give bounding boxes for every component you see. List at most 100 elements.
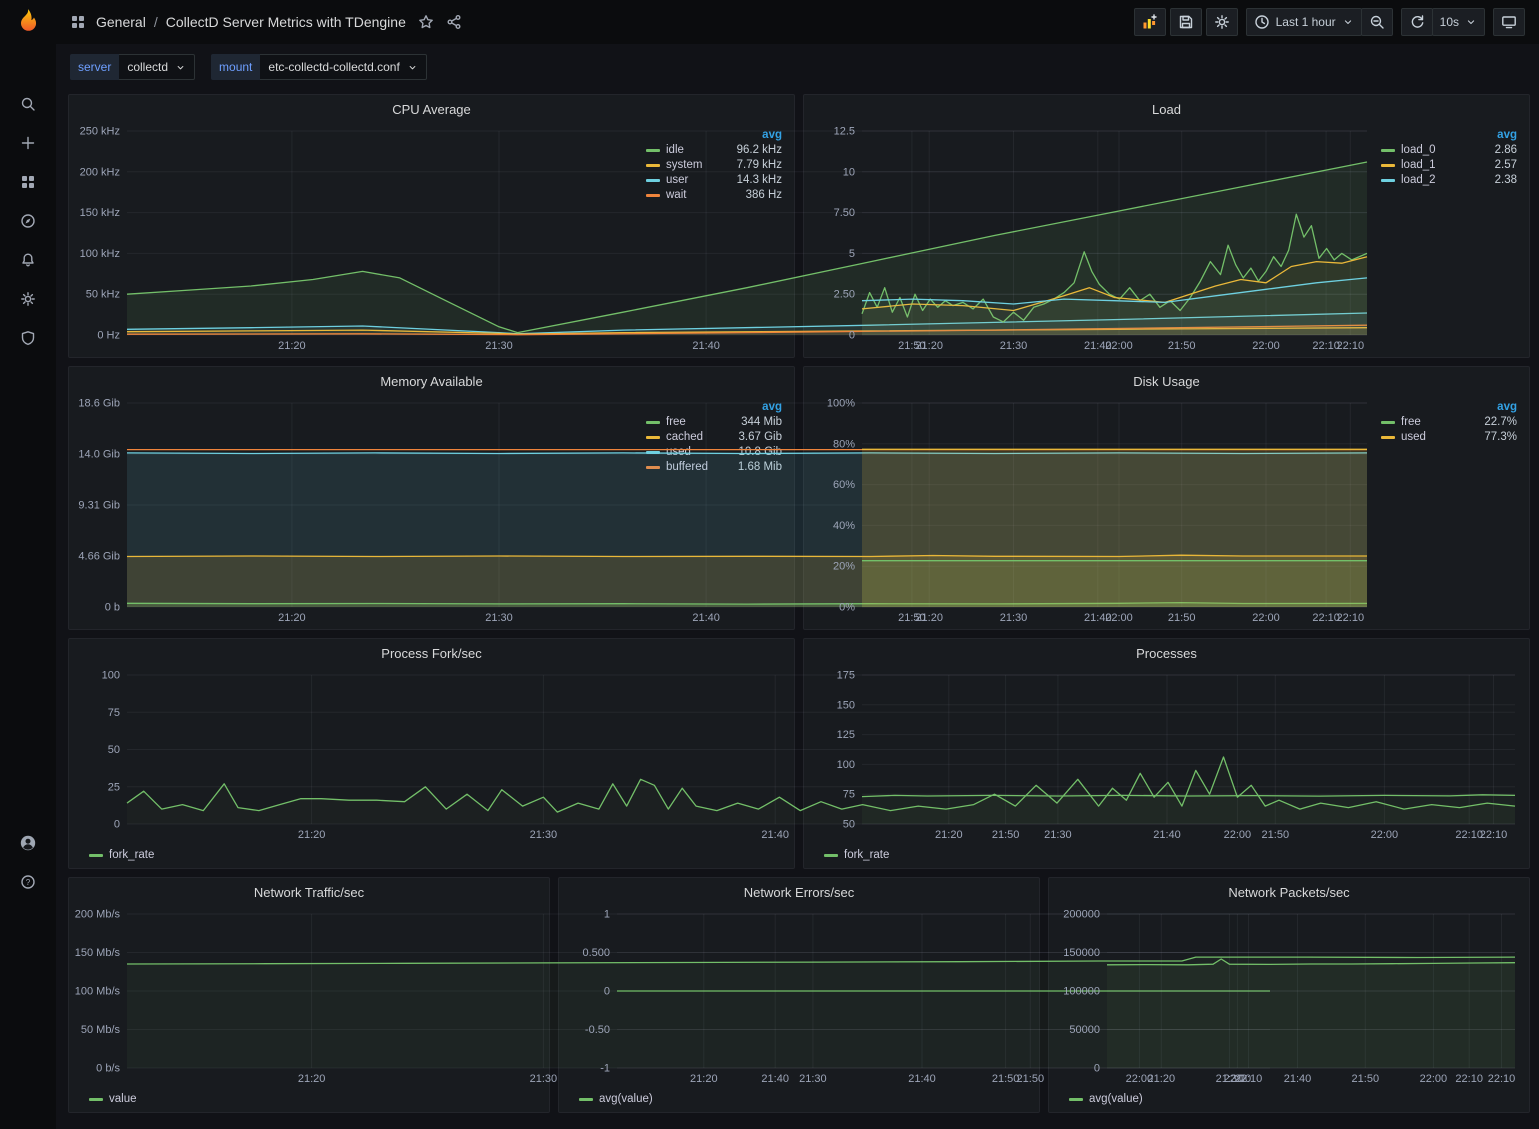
sidebar-item-search[interactable] [16,92,40,116]
legend-swatch [579,1098,593,1101]
panel-header[interactable]: Network Packets/sec [1049,878,1529,906]
legend-series-value: 77.3% [1484,431,1517,443]
svg-text:21:40: 21:40 [908,1073,936,1085]
panel-header[interactable]: Process Fork/sec [69,639,794,667]
legend-item-used[interactable]: used77.3% [1381,431,1517,443]
page-title[interactable]: CollectD Server Metrics with TDengine [166,14,406,30]
refresh-interval-label: 10s [1440,15,1459,29]
legend-series-label: load_0 [1401,144,1436,156]
panel-title[interactable]: Load [1152,102,1181,117]
chevron-down-icon [175,62,186,73]
add-panel-icon [1142,14,1158,30]
time-series-graph[interactable]: 025507510021:2021:3021:4021:5022:0022:10 [73,667,790,844]
refresh-button[interactable] [1401,8,1433,36]
panel-header[interactable]: CPU Average [69,95,794,123]
time-series-graph[interactable]: 0 b/s50 Mb/s100 Mb/s150 Mb/s200 Mb/s21:2… [73,906,545,1088]
time-range-label: Last 1 hour [1276,15,1336,29]
zoom-out-button[interactable] [1361,8,1393,36]
variable-label: server [70,54,119,80]
dashboard-row: Process Fork/sec 025507510021:2021:3021:4… [68,638,1530,869]
svg-text:21:40: 21:40 [1153,829,1181,841]
svg-text:21:50: 21:50 [1168,612,1196,624]
svg-text:20%: 20% [833,561,855,573]
panel-title[interactable]: Network Packets/sec [1228,885,1349,900]
time-series-graph[interactable]: 0 b4.66 Gib9.31 Gib14.0 Gib18.6 Gib21:20… [73,395,642,627]
variable-value-dropdown[interactable]: collectd [119,54,195,80]
panel-load: Load 02.5057.501012.521:2021:3021:4021:50… [803,94,1530,358]
legend-item-load_1[interactable]: load_12.57 [1381,159,1517,171]
breadcrumb-section[interactable]: General [96,14,146,30]
legend-series-label[interactable]: fork_rate [109,849,154,861]
legend-series-label[interactable]: avg(value) [1089,1093,1143,1105]
star-icon[interactable] [418,14,434,30]
time-series-graph[interactable]: 507510012515017521:2021:3021:4021:5022:0… [808,667,1525,844]
legend-item-load_2[interactable]: load_22.38 [1381,174,1517,186]
sidebar-item-alerting[interactable] [16,248,40,272]
svg-text:-1: -1 [600,1063,610,1075]
panel-title[interactable]: Network Traffic/sec [254,885,364,900]
svg-text:0 b/s: 0 b/s [96,1063,120,1075]
legend-avg-header: avg [1381,401,1517,413]
sidebar-menu [0,92,56,350]
svg-text:9.31 Gib: 9.31 Gib [78,500,120,512]
panel-header[interactable]: Memory Available [69,367,794,395]
legend-series-label[interactable]: fork_rate [844,849,889,861]
panel-header[interactable]: Network Errors/sec [559,878,1039,906]
sidebar-item-create[interactable] [16,131,40,155]
panel-title[interactable]: Disk Usage [1133,374,1199,389]
legend-item-free[interactable]: free22.7% [1381,416,1517,428]
time-series-graph[interactable]: 0%20%40%60%80%100%21:2021:3021:4021:5022… [808,395,1377,627]
time-series-graph[interactable]: -1-0.5000.500121:2021:3021:4021:5022:002… [563,906,1035,1088]
dashboards-icon[interactable] [70,14,86,30]
panel-title[interactable]: Network Errors/sec [744,885,855,900]
panel-title[interactable]: Processes [1136,646,1197,661]
svg-text:200 kHz: 200 kHz [80,166,120,178]
legend-item-load_0[interactable]: load_02.86 [1381,144,1517,156]
time-range-picker[interactable]: Last 1 hour [1246,8,1362,36]
panel-title[interactable]: CPU Average [392,102,471,117]
panel-header[interactable]: Processes [804,639,1529,667]
legend-swatch [1381,179,1395,182]
panel-title[interactable]: Process Fork/sec [381,646,481,661]
tv-mode-button[interactable] [1493,8,1525,36]
panel-header[interactable]: Disk Usage [804,367,1529,395]
svg-text:7.50: 7.50 [834,207,855,219]
svg-text:21:40: 21:40 [692,612,720,624]
legend-series-label[interactable]: avg(value) [599,1093,653,1105]
sidebar-item-dashboards[interactable] [16,170,40,194]
time-series-graph[interactable]: 0 Hz50 kHz100 kHz150 kHz200 kHz250 kHz21… [73,123,642,355]
panel-network-packets-sec: Network Packets/sec 050000100000150000200… [1048,877,1530,1113]
dashboard-settings-button[interactable] [1206,8,1238,36]
save-dashboard-button[interactable] [1170,8,1202,36]
panel-header[interactable]: Network Traffic/sec [69,878,549,906]
sidebar-bottom-menu: ? [0,831,56,894]
sidebar-item-profile[interactable] [16,831,40,855]
panel-title[interactable]: Memory Available [380,374,482,389]
legend: avg free22.7% used77.3% [1377,395,1525,627]
sidebar-item-server-admin[interactable] [16,326,40,350]
variable-server: servercollectd [70,54,195,80]
time-series-graph[interactable]: 05000010000015000020000021:2021:3021:402… [1053,906,1525,1088]
refresh-interval-picker[interactable]: 10s [1432,8,1485,36]
time-series-graph[interactable]: 02.5057.501012.521:2021:3021:4021:5022:0… [808,123,1377,355]
share-icon[interactable] [446,14,462,30]
legend-swatch [1381,436,1395,439]
panel-header[interactable]: Load [804,95,1529,123]
svg-text:22:00: 22:00 [1252,340,1280,352]
svg-text:21:20: 21:20 [278,340,306,352]
sidebar-item-help[interactable]: ? [16,870,40,894]
legend-swatch [1381,421,1395,424]
svg-text:22:00: 22:00 [1371,829,1399,841]
svg-text:0 b: 0 b [105,602,120,614]
variable-value-text: etc-collectd-collectd.conf [268,60,399,74]
sidebar-item-configuration[interactable] [16,287,40,311]
add-panel-button[interactable] [1134,8,1166,36]
variable-value-dropdown[interactable]: etc-collectd-collectd.conf [260,54,426,80]
sidebar-item-explore[interactable] [16,209,40,233]
svg-text:21:30: 21:30 [799,1073,827,1085]
legend-swatch [89,1098,103,1101]
svg-text:21:30: 21:30 [1216,1073,1244,1085]
grafana-logo[interactable] [14,7,42,35]
monitor-icon [1501,14,1517,30]
legend-series-label[interactable]: value [109,1093,137,1105]
